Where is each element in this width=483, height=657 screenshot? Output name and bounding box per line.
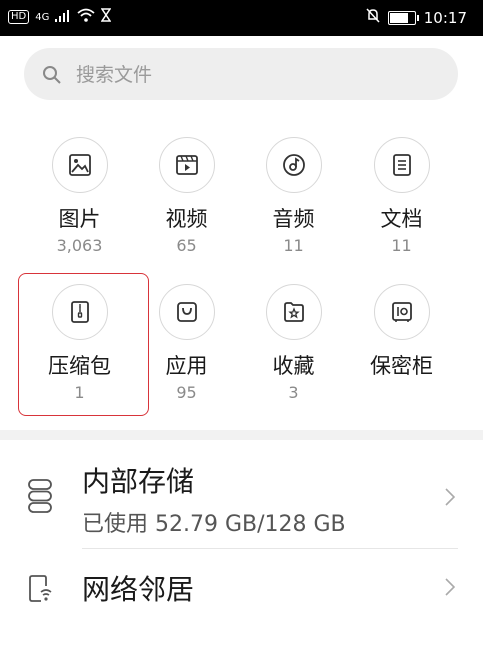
- storage-usage: 已使用 52.79 GB/128 GB: [82, 512, 346, 537]
- category-label: 图片: [58, 207, 101, 231]
- category-label: 压缩包: [48, 354, 111, 378]
- safe-icon: [392, 302, 412, 322]
- safe-icon-circle: [374, 284, 430, 340]
- mute-bell-icon: [366, 8, 380, 27]
- app-bag-icon-circle: [159, 284, 215, 340]
- video-icon-circle: [159, 137, 215, 193]
- category-count: 1: [74, 383, 85, 402]
- image-icon-circle: [52, 137, 108, 193]
- category-safe[interactable]: 保密柜: [348, 284, 455, 414]
- category-count: 11: [283, 236, 304, 255]
- hd-badge: HD: [8, 10, 30, 24]
- category-label: 视频: [165, 207, 208, 231]
- internal-storage-row[interactable]: 内部存储 已使用 52.79 GB/128 GB: [0, 450, 483, 548]
- category-audio[interactable]: 音频 11: [240, 137, 347, 267]
- category-count: 3,063: [56, 236, 103, 255]
- favorites-icon-circle: [266, 284, 322, 340]
- category-images[interactable]: 图片 3,063: [26, 137, 133, 267]
- clock: 10:17: [423, 8, 467, 27]
- category-archives[interactable]: 压缩包 1: [26, 284, 133, 414]
- category-count: 11: [391, 236, 412, 255]
- archive-icon: [71, 301, 89, 323]
- document-icon: [393, 154, 411, 176]
- archive-icon-circle: [52, 284, 108, 340]
- category-count: 95: [176, 383, 197, 402]
- storage-title: 内部存储: [82, 465, 195, 498]
- category-label: 收藏: [272, 354, 315, 378]
- category-videos[interactable]: 视频 65: [133, 137, 240, 267]
- category-documents[interactable]: 文档 11: [348, 137, 455, 267]
- chevron-right-icon: [445, 488, 455, 506]
- status-bar: HD 4G 10:17: [0, 0, 483, 36]
- category-label: 文档: [380, 207, 423, 231]
- network-type: 4G: [35, 11, 50, 23]
- video-icon: [176, 155, 198, 175]
- search-bar[interactable]: [24, 48, 458, 100]
- app-bag-icon: [177, 302, 197, 322]
- category-label: 保密柜: [370, 354, 433, 378]
- storage-icon: [28, 479, 52, 513]
- hourglass-icon: [100, 8, 112, 26]
- category-favorites[interactable]: 收藏 3: [240, 284, 347, 414]
- list-separator: [82, 548, 458, 549]
- section-divider: [0, 430, 483, 440]
- audio-icon: [283, 154, 305, 176]
- audio-icon-circle: [266, 137, 322, 193]
- network-title: 网络邻居: [82, 573, 195, 606]
- image-icon: [69, 154, 91, 176]
- battery-icon: [387, 10, 419, 25]
- search-icon: [43, 66, 61, 84]
- wifi-icon: [77, 8, 95, 26]
- search-input[interactable]: [74, 60, 438, 90]
- chevron-right-icon: [445, 578, 455, 596]
- category-label: 应用: [165, 354, 208, 378]
- category-count: 3: [288, 383, 299, 402]
- category-label: 音频: [272, 207, 315, 231]
- network-neighborhood-row[interactable]: 网络邻居: [0, 556, 483, 622]
- category-apps[interactable]: 应用 95: [133, 284, 240, 414]
- document-icon-circle: [374, 137, 430, 193]
- network-device-icon: [29, 575, 52, 602]
- signal-icon: [55, 8, 71, 26]
- favorites-star-icon: [284, 302, 304, 322]
- category-count: 65: [176, 236, 197, 255]
